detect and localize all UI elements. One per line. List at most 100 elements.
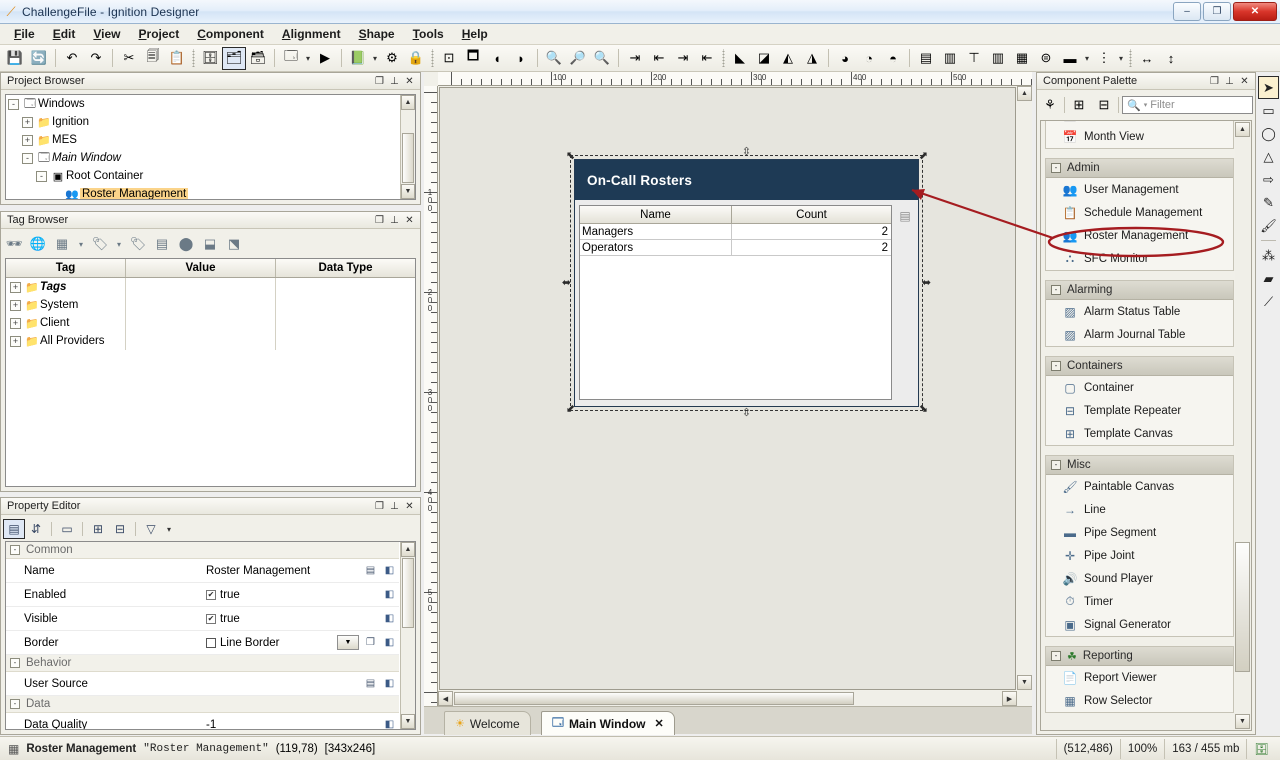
tree-node-mes[interactable]: +📁MES: [6, 131, 399, 149]
dropdown-arrow-icon[interactable]: ▾: [113, 234, 125, 255]
palette-item-signal-generator[interactable]: ▣Signal Generator: [1046, 613, 1233, 636]
palette-group-header-misc[interactable]: -Misc: [1046, 456, 1233, 475]
tree-expander[interactable]: -: [8, 99, 19, 110]
new-window-button[interactable]: 🗂: [222, 47, 246, 70]
palette-scroll-down-icon[interactable]: ▼: [1235, 714, 1250, 729]
close-icon[interactable]: ✕: [1237, 74, 1252, 88]
palette-scrollbar[interactable]: ▲ ▼: [1235, 122, 1250, 729]
project-tree-scrollbar[interactable]: ▲ ▼: [400, 95, 415, 199]
align-right-button[interactable]: ⇥: [671, 47, 695, 70]
align-right2-button[interactable]: ▥: [938, 47, 962, 70]
export-icon[interactable]: ⬔: [223, 234, 245, 255]
menu-view[interactable]: View: [84, 25, 129, 43]
palette-scroll-thumb[interactable]: [1235, 542, 1250, 672]
cut-button[interactable]: ✂: [117, 47, 141, 70]
align-bottom-button[interactable]: ⇤: [695, 47, 719, 70]
close-icon[interactable]: ✕: [402, 74, 417, 88]
save-button[interactable]: 💾: [3, 47, 27, 70]
group-expander[interactable]: -: [1051, 361, 1061, 371]
close-icon[interactable]: ✕: [654, 717, 663, 730]
zoom-reset-button[interactable]: 🔍: [590, 47, 614, 70]
tag-folder-icon[interactable]: 🏷: [127, 234, 149, 255]
tree-node-windows[interactable]: -🗔Windows: [6, 95, 399, 113]
palette-item-alarm-status-table[interactable]: ▨Alarm Status Table: [1046, 300, 1233, 323]
property-checkbox[interactable]: ✔: [206, 590, 216, 600]
resize-handle-e[interactable]: ⬌: [920, 276, 933, 289]
property-row-data-quality[interactable]: Data Quality-1◧: [6, 713, 399, 730]
canvas-h-scroll-thumb[interactable]: [454, 692, 854, 705]
settings-gear-button[interactable]: ⚙: [380, 47, 404, 70]
size-button[interactable]: ⋮: [1092, 47, 1116, 70]
menu-project[interactable]: Project: [130, 25, 189, 43]
script-icon[interactable]: ▤: [363, 564, 378, 578]
scroll-thumb[interactable]: [402, 133, 414, 183]
distribute-v-button[interactable]: ⊜: [1034, 47, 1058, 70]
ellipse-tool[interactable]: ◯: [1258, 122, 1279, 145]
palette-item-sfc-monitor[interactable]: ⛬SFC Monitor: [1046, 247, 1233, 270]
palette-tree-icon[interactable]: ⚘: [1039, 95, 1061, 116]
palette-item-pipe-joint[interactable]: ✛Pipe Joint: [1046, 544, 1233, 567]
canvas-scroll-down-icon[interactable]: ▼: [1017, 675, 1032, 690]
zoom-window-button[interactable]: 🗖: [461, 47, 485, 70]
palette-item-report-viewer[interactable]: 📄Report Viewer: [1046, 666, 1233, 689]
shape-subtract-button[interactable]: ◗: [509, 47, 533, 70]
resize-handle-sw[interactable]: ⬋: [564, 402, 577, 415]
canvas-horizontal-scrollbar[interactable]: ◀ ▶: [438, 691, 1017, 706]
paste-button[interactable]: 📋: [165, 47, 189, 70]
palette-list[interactable]: 📅Week View📅Month View-Admin👥User Managem…: [1040, 120, 1252, 731]
script-icon[interactable]: ▤: [363, 677, 378, 691]
resize-handle-s[interactable]: ⇳: [740, 406, 753, 419]
rotate-button[interactable]: ◣: [728, 47, 752, 70]
redo-button[interactable]: ↷: [84, 47, 108, 70]
property-category-data[interactable]: -Data: [6, 696, 399, 713]
shape-union-button[interactable]: ◖: [485, 47, 509, 70]
expand-all-icon[interactable]: ⊞: [1068, 95, 1090, 116]
property-row-enabled[interactable]: Enabled✔true◧: [6, 583, 399, 607]
resize-handle-nw[interactable]: ⬉: [564, 149, 577, 162]
menu-component[interactable]: Component: [188, 25, 273, 43]
menu-edit[interactable]: Edit: [44, 25, 85, 43]
float-icon[interactable]: ❐: [1207, 74, 1222, 88]
palette-item-month-view[interactable]: 📅Month View: [1046, 125, 1233, 148]
rectangle-tool[interactable]: ▭: [1258, 99, 1279, 122]
launch-client-button[interactable]: 📗: [346, 47, 370, 70]
description-icon[interactable]: ▭: [56, 519, 78, 539]
group-expander[interactable]: -: [1051, 651, 1061, 661]
copy-button[interactable]: 🗐: [141, 47, 165, 70]
tree-expander[interactable]: +: [22, 117, 33, 128]
property-value[interactable]: -1: [206, 719, 216, 731]
delete-window-button[interactable]: 🗄: [198, 47, 222, 70]
group-expander[interactable]: -: [1051, 460, 1061, 470]
palette-item-timer[interactable]: ⏱Timer: [1046, 590, 1233, 613]
align-center-button[interactable]: ▥: [986, 47, 1010, 70]
eyedropper-tool[interactable]: ⟋: [1258, 290, 1279, 313]
dropdown-arrow-icon[interactable]: ▾: [370, 54, 380, 63]
canvas-scroll-right-icon[interactable]: ▶: [1002, 691, 1017, 706]
property-row-visible[interactable]: Visible✔true◧: [6, 607, 399, 631]
tag-grid-icon[interactable]: ▦: [51, 234, 73, 255]
dropdown-arrow-icon[interactable]: ▾: [75, 234, 87, 255]
property-checkbox[interactable]: ✔: [206, 614, 216, 624]
palette-item-paintable-canvas[interactable]: 🖌Paintable Canvas: [1046, 475, 1233, 498]
polyline-tool[interactable]: ⁂: [1258, 244, 1279, 267]
width-button[interactable]: ↔: [1135, 47, 1159, 70]
tag-row[interactable]: +📁All Providers: [6, 332, 415, 350]
zoom-in-button[interactable]: 🔍: [542, 47, 566, 70]
align-top2-button[interactable]: ⊤: [962, 47, 986, 70]
import-icon[interactable]: ⬓: [199, 234, 221, 255]
close-icon[interactable]: ✕: [402, 499, 417, 513]
restore-button[interactable]: ❐: [1203, 2, 1231, 21]
tree-expander[interactable]: -: [22, 153, 33, 164]
copy-icon[interactable]: ❐: [363, 636, 378, 650]
align-left2-button[interactable]: ▤: [914, 47, 938, 70]
pin-icon[interactable]: ⊥: [387, 499, 402, 513]
category-expander[interactable]: -: [10, 699, 20, 709]
tree-expander[interactable]: +: [10, 318, 21, 329]
palette-item-sound-player[interactable]: 🔊Sound Player: [1046, 567, 1233, 590]
tree-node-root-container[interactable]: -▣Root Container: [6, 167, 399, 185]
combo-dropdown-icon[interactable]: ▼: [337, 635, 359, 650]
group-expander[interactable]: -: [1051, 163, 1061, 173]
float-icon[interactable]: ❐: [372, 213, 387, 227]
pin-icon[interactable]: ⊥: [387, 74, 402, 88]
menu-help[interactable]: Help: [453, 25, 497, 43]
